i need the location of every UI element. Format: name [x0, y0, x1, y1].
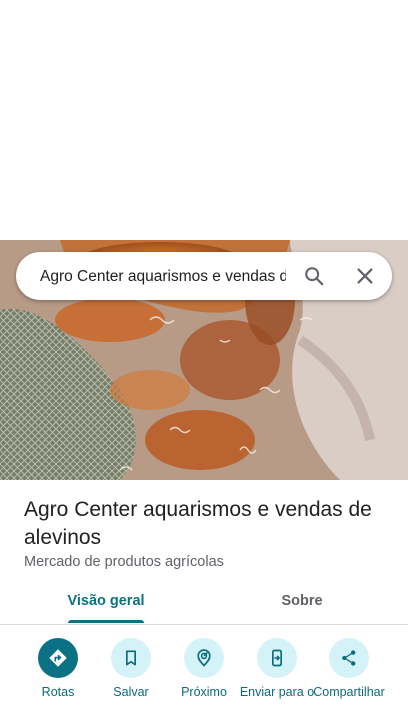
- nearby-icon: [197, 649, 211, 667]
- share-icon: [342, 650, 356, 666]
- tab-bar: Visão geral Sobre: [0, 584, 408, 624]
- nearby-label: Próximo: [181, 685, 227, 699]
- directions-icon: [49, 649, 67, 667]
- save-button[interactable]: Salvar: [92, 638, 170, 700]
- share-circle: [329, 638, 369, 678]
- search-bar[interactable]: Agro Center aquarismos e vendas de alevi…: [16, 252, 392, 300]
- map-area[interactable]: [0, 0, 408, 240]
- save-label: Salvar: [113, 685, 149, 699]
- nearby-circle: [184, 638, 224, 678]
- tab-about[interactable]: Sobre: [238, 584, 366, 624]
- send-to-phone-circle: [257, 638, 297, 678]
- send-to-phone-label: Enviar para o: [239, 685, 315, 699]
- share-label: Compartilhar: [313, 685, 385, 699]
- tab-overview[interactable]: Visão geral: [40, 584, 172, 624]
- active-tab-indicator: [68, 620, 144, 623]
- search-button[interactable]: [298, 260, 330, 292]
- directions-circle: [38, 638, 78, 678]
- directions-button[interactable]: Rotas: [19, 638, 97, 700]
- place-title: Agro Center aquarismos e vendas de alevi…: [24, 498, 372, 549]
- place-category: Mercado de produtos agrícolas: [24, 554, 224, 570]
- directions-label: Rotas: [41, 685, 75, 699]
- send-to-phone-icon: [272, 649, 282, 667]
- nearby-button[interactable]: Próximo: [165, 638, 243, 700]
- close-icon: [357, 268, 373, 284]
- save-circle: [111, 638, 151, 678]
- bookmark-icon: [126, 650, 136, 666]
- tabs-divider: [0, 624, 408, 625]
- share-button[interactable]: Compartilhar: [310, 638, 388, 700]
- close-button[interactable]: [349, 260, 381, 292]
- search-input[interactable]: Agro Center aquarismos e vendas de alevi…: [40, 266, 286, 288]
- search-icon: [305, 267, 324, 286]
- send-to-phone-button[interactable]: Enviar para o: [238, 638, 316, 700]
